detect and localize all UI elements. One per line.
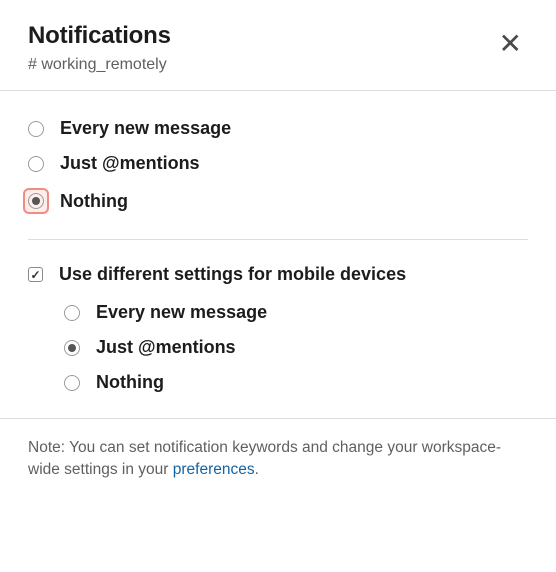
option-label[interactable]: Nothing <box>96 372 164 393</box>
mobile-radio-just-mentions[interactable] <box>64 340 80 356</box>
mobile-radio-every-new-message[interactable] <box>64 305 80 321</box>
option-row: Just @mentions <box>64 330 528 365</box>
close-button[interactable]: ✕ <box>499 22 528 58</box>
option-label[interactable]: Just @mentions <box>60 153 200 174</box>
option-label[interactable]: Every new message <box>60 118 231 139</box>
header-text: Notifications # working_remotely <box>28 22 171 74</box>
option-label[interactable]: Just @mentions <box>96 337 236 358</box>
channel-name: # working_remotely <box>28 56 171 74</box>
dialog-header: Notifications # working_remotely ✕ <box>0 0 556 90</box>
radio-every-new-message[interactable] <box>28 121 44 137</box>
mobile-sub-options: Every new message Just @mentions Nothing <box>28 295 528 400</box>
radio-nothing[interactable] <box>28 193 44 209</box>
mobile-notification-section: Use different settings for mobile device… <box>0 240 556 418</box>
option-row: Nothing <box>64 365 528 400</box>
option-row: Every new message <box>28 111 528 146</box>
mobile-checkbox-label[interactable]: Use different settings for mobile device… <box>59 264 406 285</box>
option-row: Nothing <box>28 181 528 221</box>
option-row: Just @mentions <box>28 146 528 181</box>
option-label[interactable]: Every new message <box>96 302 267 323</box>
channel-prefix: # <box>28 56 41 73</box>
option-label[interactable]: Nothing <box>60 191 128 212</box>
close-icon: ✕ <box>499 28 522 59</box>
footer-note: Note: You can set notification keywords … <box>0 419 556 504</box>
highlight-box <box>23 188 49 214</box>
dialog-title: Notifications <box>28 22 171 50</box>
mobile-radio-nothing[interactable] <box>64 375 80 391</box>
desktop-notification-section: Every new message Just @mentions Nothing <box>0 91 556 239</box>
mobile-checkbox-row: Use different settings for mobile device… <box>28 260 528 295</box>
footer-text-prefix: Note: You can set notification keywords … <box>28 439 501 478</box>
footer-text-suffix: . <box>255 461 259 478</box>
option-row: Every new message <box>64 295 528 330</box>
radio-just-mentions[interactable] <box>28 156 44 172</box>
channel-label: working_remotely <box>41 56 166 73</box>
preferences-link[interactable]: preferences <box>173 461 255 478</box>
mobile-settings-checkbox[interactable] <box>28 267 43 282</box>
